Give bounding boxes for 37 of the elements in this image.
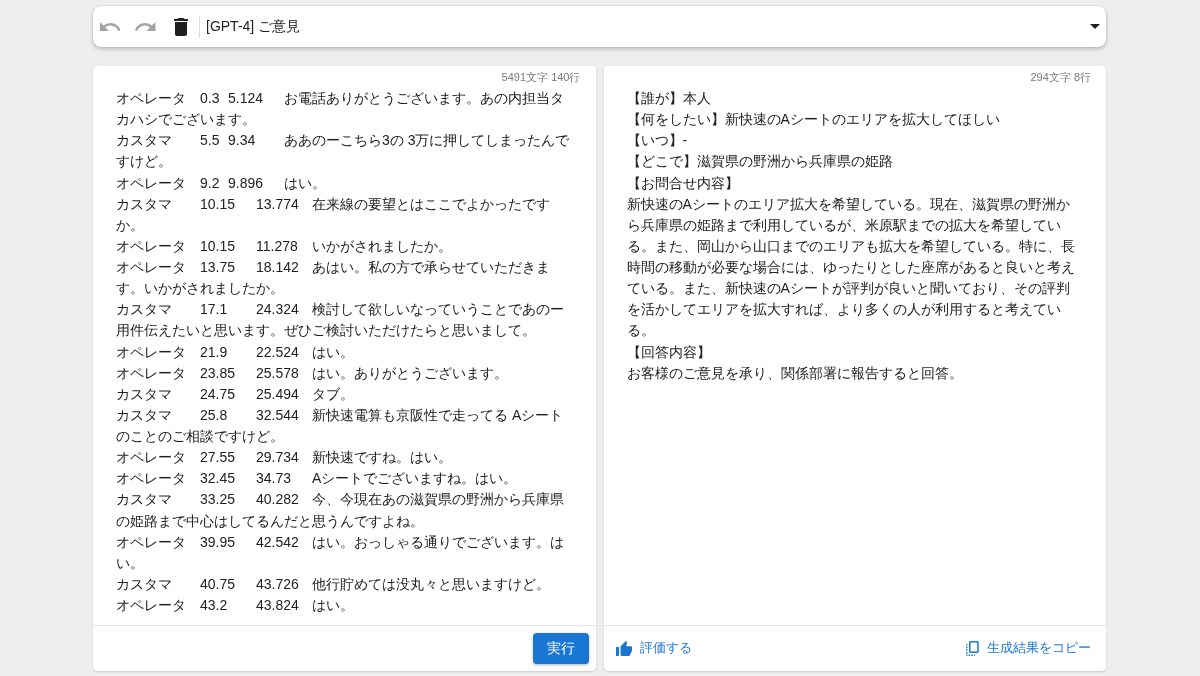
result-line: お客様のご意見を承り、関係部署に報告すると回答。	[626, 363, 964, 383]
transcript-line: オペレータ 9.2 9.896 はい。	[116, 173, 327, 193]
result-line: 【いつ】-	[626, 131, 689, 151]
transcript-line: カスタマ 40.75 43.726 他行貯めては没丸々と思いますけど。	[116, 574, 551, 594]
transcript-line: オペレータ 32.45 34.73 Aシートでございますね。はい。	[116, 469, 519, 489]
result-line: 【回答内容】	[626, 342, 712, 362]
transcript-line: カスタマ 25.8 32.544 新快速電算も京阪性で走ってる Aシートのことのご相談ですけど。	[116, 405, 565, 446]
transcript-line: カスタマ 10.15 13.774 在来線の要望とはここでよかったですか。	[116, 194, 551, 235]
caret-down-icon	[1090, 24, 1100, 29]
result-line: 【誰が】本人	[626, 89, 712, 108]
transcript-line: カスタマ 24.75 25.494 タブ。	[116, 384, 355, 404]
result-line: 【お問合せ内容】	[626, 173, 740, 193]
result-line: 【何をしたい】新快速のAシートのエリアを拡大してほしい	[626, 110, 1001, 130]
transcript-line: オペレータ 21.9 22.524 はい。	[116, 342, 355, 362]
transcript-line: オペレータ 13.75 18.142 あはい。私の方で承らせていただきます。いかがされましたか。	[116, 258, 551, 299]
transcript-line: カスタマ 5.5 9.34 ああのーこちら3の 3万に押してしまったんですけど。	[116, 131, 571, 172]
run-button[interactable]: 実行	[532, 633, 589, 664]
transcript-line: オペレータ 23.85 25.578 はい。ありがとうございます。	[116, 363, 509, 383]
trash-icon	[173, 17, 188, 36]
transcript-line: オペレータ 27.55 29.734 新快速ですね。はい。	[116, 448, 453, 468]
result-line: 【どこで】滋賀県の野洲から兵庫県の姫路	[626, 152, 894, 172]
transcript-line: オペレータ 39.95 42.542 はい。おっしゃる通りでございます。はい。	[116, 532, 565, 573]
transcript-line: カスタマ 17.1 24.324 検討して欲しいなっていうことであのー用件伝えたいと思います。ぜひご検討いただけたらと思いまして。	[116, 300, 565, 341]
undo-icon	[99, 22, 122, 31]
redo-icon	[135, 22, 156, 31]
prompt-select[interactable]: [GPT-4] ご意見	[206, 9, 1106, 44]
character-count: 5491文字 140行	[501, 70, 581, 84]
character-count: 294文字 8行	[1030, 70, 1091, 84]
copy-icon	[966, 641, 979, 656]
transcript-line: オペレータ 43.2 43.824 はい。	[116, 596, 355, 615]
transcript-line: カスタマ 33.25 40.282 今、今現在あの滋賀県の野洲から兵庫県の姫路まで中心はしてるんだと思うんですよね。	[116, 490, 565, 531]
copy-button[interactable]: 生成結果をコピー	[966, 636, 1091, 661]
transcript-line: オペレータ 10.15 11.278 いかがされましたか。	[116, 236, 453, 256]
thumbs-up-icon	[615, 641, 632, 656]
result-line: 新快速のAシートのエリア拡大を希望している。現在、滋賀県の野洲から兵庫県の姫路まで利用しているが、米原駅までの拡大を希望している。また、岡山から山口までのエリアも拡大を希望している。特に、長時間の移動が必要な場合には、ゆったりとした座席があると良いと考えている。また、新快速のAシートが評判が良いと聞いており、その評判を活かしてエリアを拡大すれば、より多くの人が利用すると考えている。	[626, 194, 1076, 341]
rate-button[interactable]: 評価する	[615, 636, 692, 661]
transcript-line: オペレータ 0.3 5.124 お電話ありがとうございます。あの内担当タカハシでございます。	[116, 89, 565, 130]
